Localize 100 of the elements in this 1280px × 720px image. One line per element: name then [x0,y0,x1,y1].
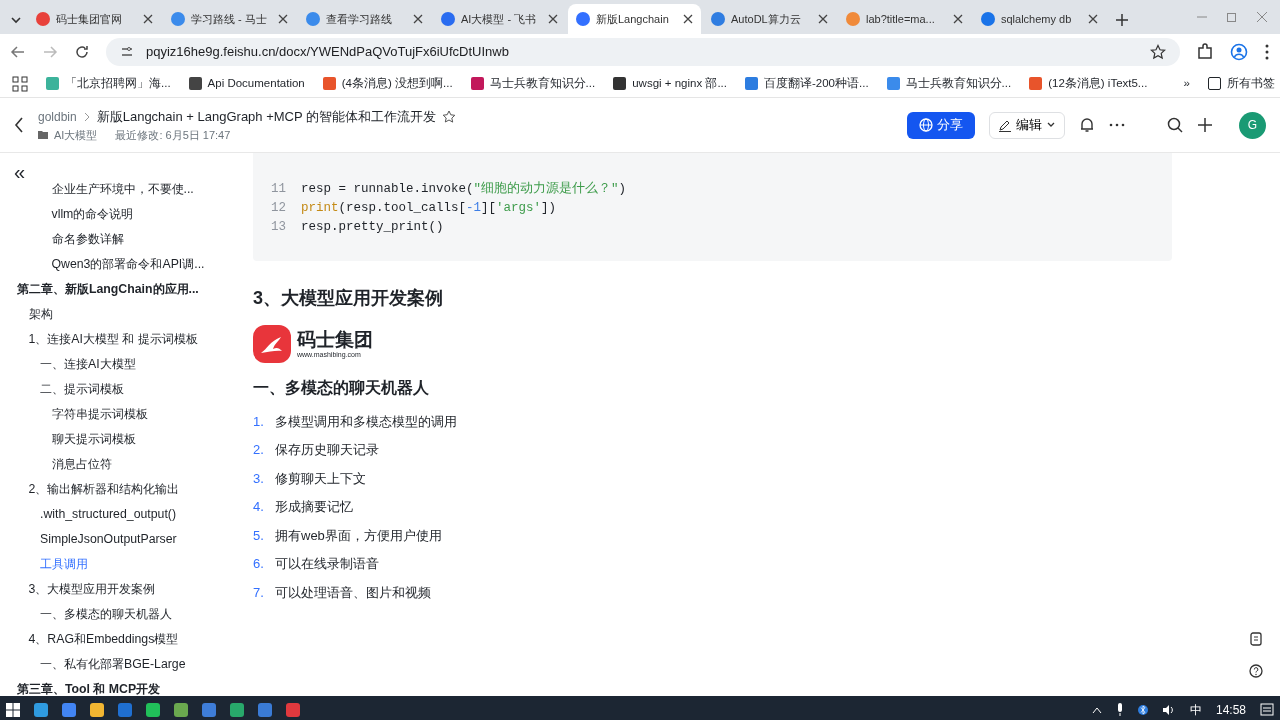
apps-icon[interactable] [12,75,28,92]
search-icon[interactable] [1167,117,1183,133]
microphone-icon[interactable] [1115,702,1124,717]
outline-item[interactable]: 第二章、新版LangChain的应用... [0,277,230,302]
avatar[interactable]: G [1239,111,1266,139]
outline-item[interactable]: 消息占位符 [0,452,230,477]
list-number: 1. [253,412,265,431]
close-icon[interactable] [818,14,828,24]
outline-item[interactable]: 一、私有化部署BGE-Large [0,652,230,677]
browser-tab[interactable]: AutoDL算力云 [703,4,836,34]
bookmark[interactable]: uwsgi + nginx 部... [613,74,727,93]
list-item-text: 多模型调用和多模态模型的调用 [275,412,457,431]
close-icon[interactable] [413,14,423,24]
help-icon[interactable] [1249,664,1263,678]
browser-tab[interactable]: 新版Langchain [568,4,701,34]
bookmarks-folder[interactable]: 所有书签 [1207,74,1275,93]
outline-item[interactable]: 一、多模态的聊天机器人 [0,602,230,627]
outline-item[interactable]: 字符串提示词模板 [0,402,230,427]
outline-item[interactable]: 命名参数详解 [0,227,230,252]
menu-icon[interactable] [1264,43,1270,61]
outline-item[interactable]: vllm的命令说明 [0,202,230,227]
site-info-icon[interactable] [120,45,134,59]
outline-item[interactable]: .with_structured_output() [0,502,230,527]
clock[interactable]: 14:58 [1215,700,1246,719]
browser-tab[interactable]: sqlalchemy db [973,4,1106,34]
address-field[interactable]: pqyiz16he9g.feishu.cn/docx/YWENdPaQVoTujFx6iUfcDtUInwb [106,38,1180,66]
outline-item[interactable]: 第三章、Tool 和 MCP开发 [0,677,230,696]
browser-tab[interactable]: AI大模型 - 飞书 [433,4,566,34]
close-icon[interactable] [1088,14,1098,24]
outline-item[interactable]: Qwen3的部署命令和API调... [0,252,230,277]
close-icon[interactable] [953,14,963,24]
tab-favicon [981,12,995,26]
list-number: 5. [253,526,265,545]
bell-icon[interactable] [1079,117,1095,133]
share-button[interactable]: 分享 [907,111,975,139]
close-icon[interactable] [548,14,558,24]
close-icon[interactable] [143,14,153,24]
back-icon[interactable] [14,117,24,133]
outline-item[interactable]: 工具调用 [0,552,230,577]
taskbar-app-icon[interactable] [90,702,104,717]
browser-tab[interactable]: 学习路线 - 马士 [163,4,296,34]
taskbar-app-icon[interactable] [174,702,188,717]
folder-link[interactable]: AI大模型 [54,126,98,143]
profile-icon[interactable] [1230,43,1248,61]
list-item-text: 可以处理语音、图片和视频 [275,583,431,602]
line-number: 13 [271,219,287,236]
input-method-indicator[interactable]: 中 [1189,700,1202,719]
taskbar-app-icon[interactable] [286,702,300,717]
breadcrumb-link[interactable]: goldbin [38,107,77,126]
speaker-icon[interactable] [1161,703,1176,716]
outline-item[interactable]: 2、输出解析器和结构化输出 [0,477,230,502]
outline-item[interactable]: 聊天提示词模板 [0,427,230,452]
bookmark[interactable]: 马士兵教育知识分... [886,74,1012,93]
logo-name: 码士集团 [297,329,373,350]
outline-item[interactable]: 3、大模型应用开发案例 [0,577,230,602]
outline-item[interactable]: 二、提示词模板 [0,377,230,402]
bluetooth-icon[interactable] [1137,702,1148,717]
list-item-text: 拥有web界面，方便用户使用 [275,526,442,545]
bookmark[interactable]: 「北京招聘网」海... [46,74,171,93]
start-icon[interactable] [6,702,20,717]
chevron-up-icon[interactable] [1091,705,1102,714]
outline-item[interactable]: 架构 [0,302,230,327]
outline-icon[interactable] [1249,632,1263,646]
outline-item[interactable]: 1、连接AI大模型 和 提示词模板 [0,327,230,352]
restore-icon[interactable] [1226,11,1238,23]
document-title: 新版Langchain + LangGraph +MCP 的智能体和工作流开发 [96,108,437,126]
more-bookmarks-button[interactable]: » [1183,74,1190,93]
subsection-heading: 一、多模态的聊天机器人 [253,378,430,398]
browser-tab[interactable]: 码士集团官网 [28,4,161,34]
taskbar-app-icon[interactable] [62,702,76,717]
star-icon[interactable] [1150,44,1166,60]
outline-item[interactable]: 一、连接AI大模型 [0,352,230,377]
close-icon[interactable] [278,14,288,24]
taskbar-app-icon[interactable] [146,702,160,717]
star-icon[interactable] [442,109,457,124]
list-number: 7. [253,583,265,602]
taskbar-app-icon[interactable] [258,702,272,717]
reload-icon[interactable] [74,44,90,60]
close-icon[interactable] [683,14,693,24]
list-item-text: 保存历史聊天记录 [275,441,379,460]
outline-item[interactable]: SimpleJsonOutputParser [0,527,230,552]
line-number: 11 [271,181,287,198]
browser-tab[interactable]: lab?title=ma... [838,4,971,34]
browser-tab[interactable]: 查看学习路线 [298,4,431,34]
taskbar-app-icon[interactable] [202,702,216,717]
plus-icon[interactable] [1197,117,1213,133]
bookmark[interactable]: 百度翻译-200种语... [745,74,869,93]
notifications-icon[interactable] [1260,702,1274,717]
extensions-icon[interactable] [1196,43,1214,61]
bookmark[interactable]: 马士兵教育知识分... [470,74,596,93]
taskbar-app-icon[interactable] [34,702,48,717]
bookmark[interactable]: (4条消息) 没想到啊... [322,74,453,93]
outline-item[interactable]: 4、RAG和Embeddings模型 [0,627,230,652]
taskbar-app-icon[interactable] [230,702,244,717]
edit-button[interactable]: 编辑 [989,111,1065,139]
bookmark[interactable]: Api Documentation [188,74,305,93]
list-number: 4. [253,498,265,517]
line-number: 12 [271,200,287,217]
bookmark[interactable]: (12条消息) iText5... [1029,74,1148,93]
list-item-text: 修剪聊天上下文 [275,469,366,488]
